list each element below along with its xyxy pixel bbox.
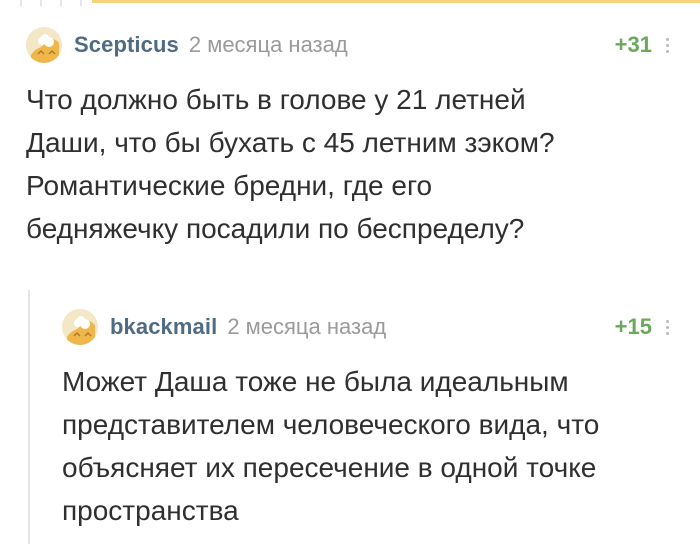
reply-thread: bkackmail 2 месяца назад +15 Может Даша … — [28, 290, 676, 544]
comment-text-line: бедняжечку посадили по беспределу? — [26, 213, 525, 244]
thread-guide-4 — [80, 0, 82, 6]
comment-tools: +31 — [615, 26, 676, 64]
comment-bkackmail: bkackmail 2 месяца назад +15 Может Даша … — [62, 308, 676, 532]
comment-username[interactable]: Scepticus — [74, 32, 179, 58]
comment-time[interactable]: 2 месяца назад — [227, 314, 386, 340]
comment-rating: +31 — [614, 32, 652, 57]
comment-text-line: представителем человеческого вида, что — [62, 409, 600, 440]
default-avatar-icon[interactable] — [26, 27, 62, 63]
comment-text: Что должно быть в голове у 21 летней Даш… — [26, 78, 676, 250]
default-avatar-icon[interactable] — [62, 309, 98, 345]
comment-header: bkackmail 2 месяца назад +15 — [62, 308, 676, 346]
kebab-menu-icon[interactable] — [658, 316, 676, 338]
thread-guide-3 — [60, 0, 62, 6]
comment-text-line: Даши, что бы бухать с 45 летним зэком? — [26, 127, 555, 158]
comment-text-line: Что должно быть в голове у 21 летней — [26, 84, 526, 115]
comment-tools: +15 — [615, 308, 676, 346]
comment-text-line: Романтические бредни, где его — [26, 170, 433, 201]
comment-text-line: Может Даша тоже не была идеальным — [62, 366, 569, 397]
comment-rating: +15 — [614, 314, 652, 339]
thread-accent-bar — [92, 0, 700, 3]
comment-username[interactable]: bkackmail — [110, 314, 217, 340]
comment-text-line: пространства — [62, 495, 239, 526]
comment-header: Scepticus 2 месяца назад +31 — [26, 26, 676, 64]
top-thread-strip — [0, 0, 700, 6]
kebab-menu-icon[interactable] — [658, 34, 676, 56]
comment-text-line: объясняет их пересечение в одной точке — [62, 452, 597, 483]
thread-guide-2 — [40, 0, 42, 6]
thread-guide-1 — [20, 0, 22, 6]
comment-time[interactable]: 2 месяца назад — [189, 32, 348, 58]
reply-thread-line — [28, 290, 30, 544]
comment-scepticus: Scepticus 2 месяца назад +31 Что должно … — [26, 26, 676, 250]
comment-text: Может Даша тоже не была идеальным предст… — [62, 360, 676, 532]
